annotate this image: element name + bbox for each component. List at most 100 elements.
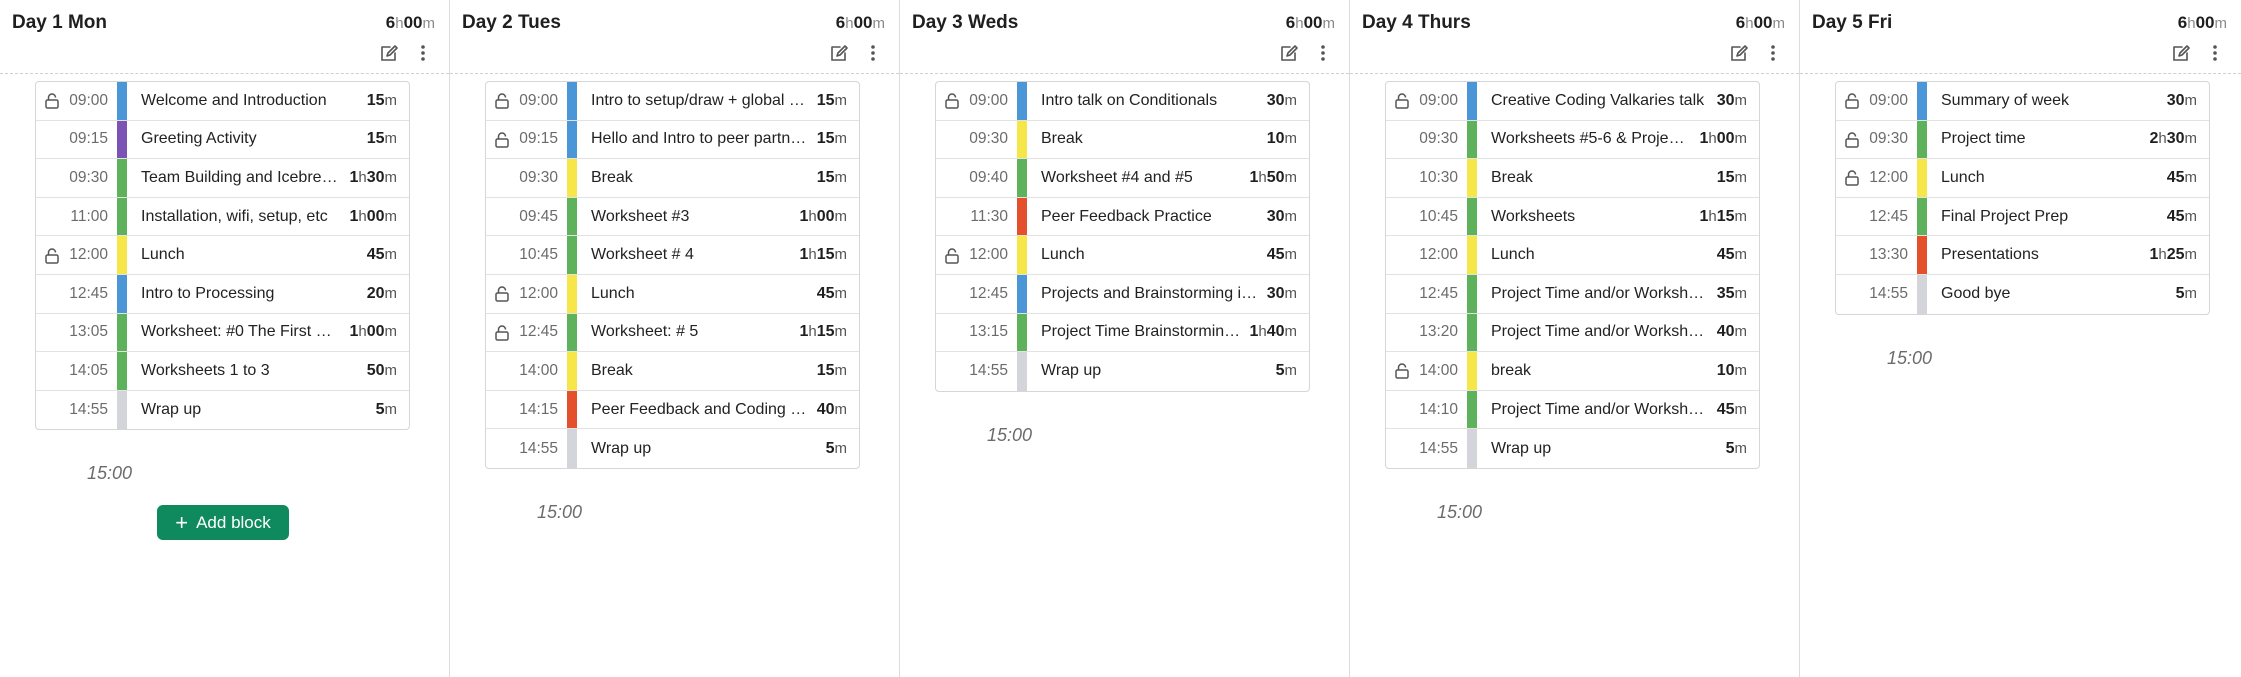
- duration-value: 45: [1266, 246, 1285, 264]
- schedule-block[interactable]: 12:45 Worksheet: # 5 1h15m: [486, 313, 859, 353]
- schedule-block[interactable]: 14:55 Wrap up 5m: [936, 352, 1309, 391]
- hours-unit: h: [1295, 15, 1304, 32]
- block-start-time: 09:30: [969, 130, 1008, 148]
- block-start-time: 14:55: [519, 439, 558, 457]
- block-color-bar: [117, 274, 127, 313]
- duration-value: 5: [1275, 362, 1285, 380]
- schedule-block[interactable]: 09:00 Intro talk on Conditionals 30m: [936, 82, 1309, 121]
- schedule-block[interactable]: 09:30 Project time 2h30m: [1836, 120, 2209, 160]
- duration-unit: m: [1734, 130, 1748, 148]
- block-list: 09:00 Creative Coding Valkaries talk 30m 09…: [1385, 81, 1760, 469]
- schedule-block[interactable]: 14:55 Good bye 5m: [1836, 274, 2209, 314]
- duration-value: 45: [816, 284, 835, 302]
- block-start-time: 13:15: [969, 323, 1008, 341]
- schedule-block[interactable]: 14:15Peer Feedback and Coding Practice40…: [486, 390, 859, 430]
- block-duration: 15m: [359, 130, 409, 148]
- schedule-block[interactable]: 14:00 break 10m: [1386, 352, 1759, 391]
- edit-day-button[interactable]: [1729, 43, 1749, 63]
- schedule-block[interactable]: 13:15 Project Time Brainstorming and Desi…: [936, 313, 1309, 353]
- schedule-block[interactable]: 10:30 Break 15m: [1386, 159, 1759, 198]
- more-options-button[interactable]: [863, 43, 883, 63]
- schedule-block[interactable]: 09:00 Creative Coding Valkaries talk 30m: [1386, 82, 1759, 121]
- schedule-block[interactable]: 13:30 Presentations 1h25m: [1836, 236, 2209, 275]
- duration-value: 45: [1716, 246, 1735, 264]
- more-options-button[interactable]: [1313, 43, 1333, 63]
- schedule-block[interactable]: 13:20 Project Time and/or Worksheets 40m: [1386, 313, 1759, 353]
- block-title: Break: [591, 361, 633, 379]
- block-color-bar: [1017, 236, 1027, 274]
- block-color-bar: [1017, 352, 1027, 391]
- duration-unit: h: [1708, 207, 1717, 225]
- block-title: Projects and Brainstorming intro: [1041, 284, 1259, 302]
- schedule-block[interactable]: 12:00 Lunch 45m: [486, 274, 859, 314]
- block-color-bar: [1467, 159, 1477, 197]
- block-color-bar: [567, 236, 577, 274]
- block-color-bar: [1467, 274, 1477, 313]
- schedule-block[interactable]: 10:45 Worksheets 1h15m: [1386, 197, 1759, 237]
- day-end-time: 15:00: [987, 424, 1033, 445]
- schedule-block[interactable]: 12:45 Project Time and/or Worksheets 35m: [1386, 274, 1759, 314]
- lock-icon: [1845, 93, 1859, 110]
- block-start-time: 14:55: [69, 401, 108, 419]
- lock-cell: [1836, 92, 1860, 110]
- duration-unit: m: [1734, 91, 1748, 109]
- duration-unit: m: [2184, 285, 2198, 303]
- schedule-block[interactable]: 12:00 Lunch 45m: [1836, 159, 2209, 198]
- schedule-block[interactable]: 14:05 Worksheets 1 to 3 50m: [36, 352, 409, 391]
- duration-unit: m: [834, 91, 848, 109]
- lock-cell: [1386, 362, 1410, 380]
- schedule-block[interactable]: 12:45 Intro to Processing 20m: [36, 274, 409, 314]
- schedule-block[interactable]: 09:40 Worksheet #4 and #5 1h50m: [936, 159, 1309, 198]
- schedule-block[interactable]: 11:30 Peer Feedback Practice 30m: [936, 197, 1309, 237]
- block-color-bar: [117, 390, 127, 430]
- duration-value: 30: [1266, 91, 1285, 109]
- schedule-block[interactable]: 14:10 Project Time and/or Worksheets 45m: [1386, 390, 1759, 430]
- schedule-block[interactable]: 10:45 Worksheet # 4 1h15m: [486, 236, 859, 275]
- schedule-block[interactable]: 14:55 Wrap up 5m: [1386, 429, 1759, 468]
- schedule-block[interactable]: 12:00 Lunch 45m: [36, 236, 409, 275]
- schedule-block[interactable]: 12:45 Projects and Brainstorming intro 30m: [936, 274, 1309, 314]
- plus-icon: +: [175, 509, 189, 535]
- block-color-bar: [1917, 120, 1927, 159]
- schedule-block[interactable]: 14:00 Break 15m: [486, 352, 859, 391]
- duration-unit: m: [1284, 323, 1298, 341]
- schedule-block[interactable]: 09:00 Summary of week 30m: [1836, 82, 2209, 121]
- schedule-block[interactable]: 13:05 Worksheet: #0 The First Sketch1h00m: [36, 313, 409, 353]
- block-start-time: 10:45: [1419, 207, 1458, 225]
- more-options-button[interactable]: [2205, 43, 2225, 63]
- schedule-block[interactable]: 09:30 Team Building and Icebreakers 1h30m: [36, 159, 409, 198]
- edit-day-button[interactable]: [2171, 43, 2191, 63]
- schedule-block[interactable]: 12:45 Final Project Prep 45m: [1836, 197, 2209, 237]
- day-total-duration: 6h00m: [1736, 13, 1785, 33]
- schedule-block[interactable]: 11:00 Installation, wifi, setup, etc 1h00m: [36, 197, 409, 237]
- schedule-block[interactable]: 09:15 Hello and Intro to peer partners 15m: [486, 120, 859, 160]
- schedule-block[interactable]: 09:00 Welcome and Introduction 15m: [36, 82, 409, 121]
- block-title: Worksheet #4 and #5: [1041, 168, 1193, 186]
- day-total-duration: 6h00m: [836, 13, 885, 33]
- schedule-block[interactable]: 09:30 Break 15m: [486, 159, 859, 198]
- schedule-block[interactable]: 14:55 Wrap up 5m: [486, 429, 859, 468]
- schedule-block[interactable]: 09:30 Break 10m: [936, 120, 1309, 160]
- block-start-time: 10:30: [1419, 168, 1458, 186]
- edit-day-button[interactable]: [829, 43, 849, 63]
- more-options-button[interactable]: [1763, 43, 1783, 63]
- schedule-block[interactable]: 09:45 Worksheet #3 1h00m: [486, 197, 859, 237]
- day-end-time: 15:00: [1887, 347, 1933, 368]
- add-block-button[interactable]: + Add block: [157, 505, 289, 540]
- more-options-button[interactable]: [413, 43, 433, 63]
- block-start-time: 12:45: [519, 323, 558, 341]
- total-hours: 6: [1735, 13, 1746, 32]
- duration-value: 50: [1266, 168, 1285, 186]
- duration-unit: m: [1284, 130, 1298, 148]
- schedule-block[interactable]: 14:55 Wrap up 5m: [36, 390, 409, 430]
- edit-day-button[interactable]: [1279, 43, 1299, 63]
- schedule-block[interactable]: 09:15 Greeting Activity 15m: [36, 120, 409, 160]
- schedule-block[interactable]: 09:30 Worksheets #5-6 & Project time1h00m: [1386, 120, 1759, 160]
- duration-unit: m: [384, 401, 398, 419]
- block-title: Intro talk on Conditionals: [1041, 91, 1218, 109]
- schedule-block[interactable]: 12:00 Lunch 45m: [1386, 236, 1759, 275]
- edit-day-button[interactable]: [379, 43, 399, 63]
- schedule-block[interactable]: 09:00 Intro to setup/draw + global variab…: [486, 82, 859, 121]
- block-title: Creative Coding Valkaries talk: [1491, 91, 1705, 109]
- schedule-block[interactable]: 12:00 Lunch 45m: [936, 236, 1309, 275]
